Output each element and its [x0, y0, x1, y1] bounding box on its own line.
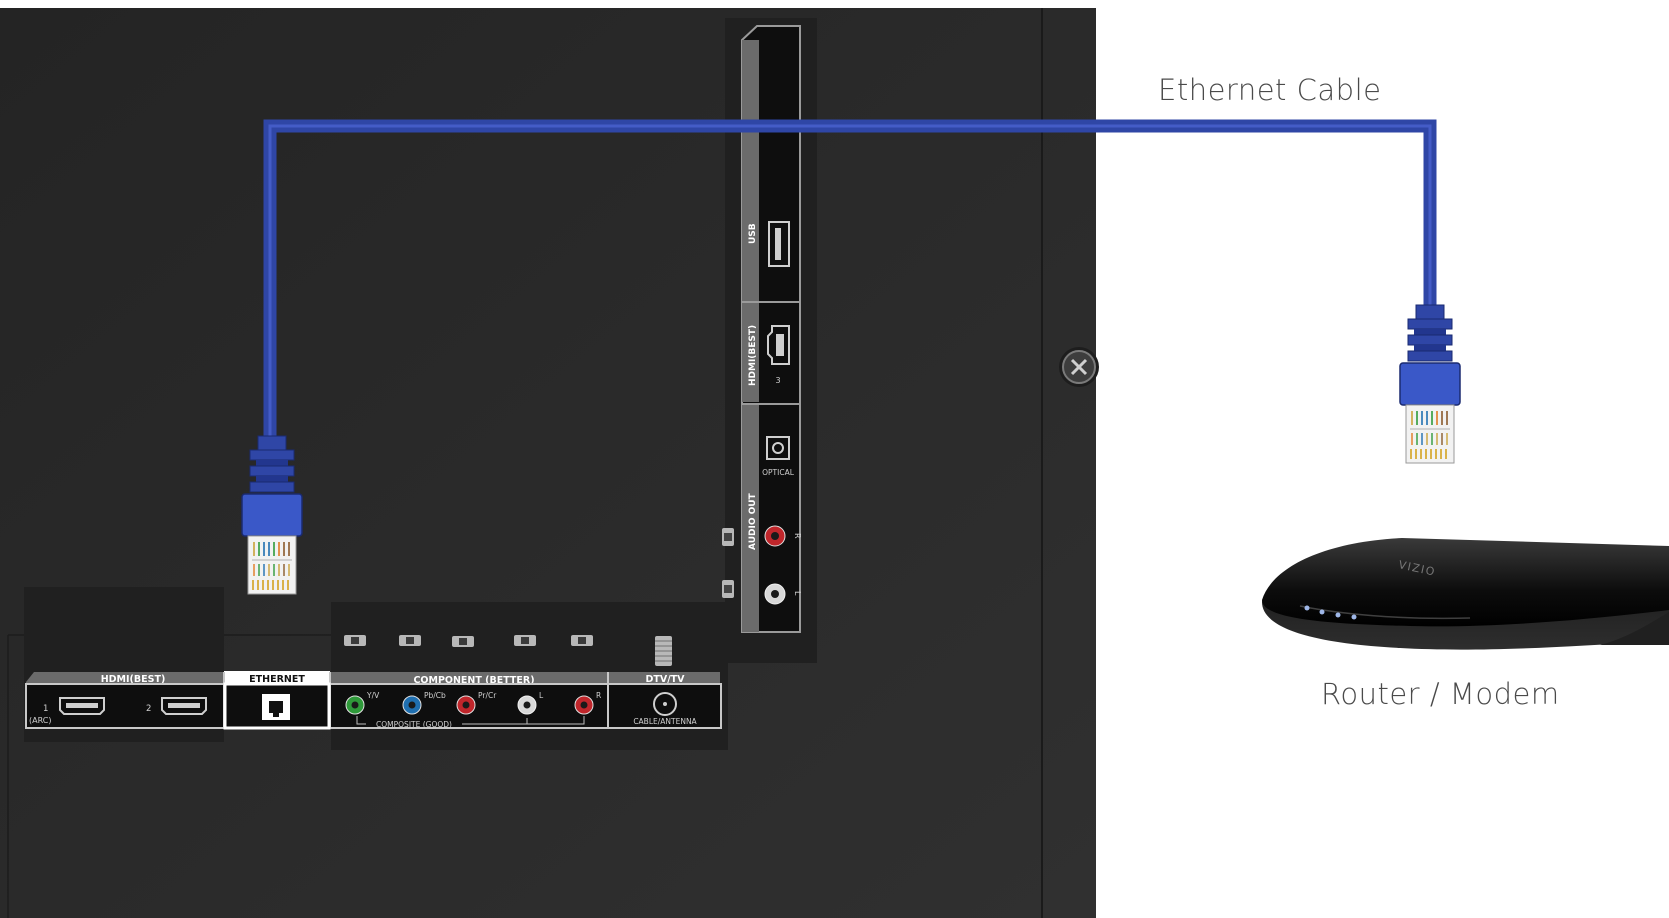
router-caption: Router / Modem	[1321, 677, 1560, 711]
component-pb-label: Pb/Cb	[424, 691, 446, 700]
hdmi2-number: 2	[146, 704, 151, 714]
hdmi2-port-icon[interactable]	[161, 697, 207, 715]
ethernet-port-icon[interactable]	[262, 694, 290, 720]
router-icon: VIZIO	[1262, 538, 1669, 650]
hdmi3-port-icon[interactable]	[767, 325, 790, 365]
side-l-label: L	[793, 591, 802, 596]
hdmi1-arc-label: (ARC)	[29, 716, 51, 725]
optical-port-icon[interactable]	[766, 436, 790, 460]
tv-back-panel	[0, 8, 1096, 918]
usb-port-icon[interactable]	[768, 221, 790, 267]
side-usb-label: USB	[748, 223, 758, 244]
component-audio-r-label: R	[596, 691, 601, 700]
diagram-stage: USB HDMI(BEST) 3 OPTICAL AUDIO OUT R L H…	[0, 0, 1669, 918]
component-pr-jack-icon[interactable]	[456, 695, 476, 715]
side-hdmi3-number: 3	[775, 376, 780, 385]
component-y-jack-icon[interactable]	[345, 695, 365, 715]
hdmi1-port-icon[interactable]	[59, 697, 105, 715]
diagram-canvas: USB HDMI(BEST) 3 OPTICAL AUDIO OUT R L H…	[0, 8, 1669, 918]
ethernet-connector-tv-icon	[241, 435, 303, 595]
side-hdmi-label: HDMI(BEST)	[748, 325, 758, 386]
antenna-label: CABLE/ANTENNA	[633, 717, 697, 726]
ethernet-connector-router-icon	[1399, 304, 1461, 464]
component-audio-l-jack-icon[interactable]	[517, 695, 537, 715]
audio-out-r-jack-icon[interactable]	[764, 525, 786, 547]
component-y-label: Y/V	[366, 691, 380, 700]
hdmi1-number: 1	[43, 704, 48, 714]
composite-label: COMPOSITE (GOOD)	[376, 720, 452, 729]
antenna-port-icon[interactable]	[653, 692, 677, 716]
screw-icon	[1059, 347, 1099, 387]
side-port-bay: USB HDMI(BEST) 3 OPTICAL AUDIO OUT R L	[722, 18, 817, 663]
side-audio-out-label: AUDIO OUT	[748, 492, 758, 550]
side-optical-label: OPTICAL	[762, 468, 795, 477]
component-pr-label: Pr/Cr	[478, 691, 497, 700]
ethernet-cable-caption: Ethernet Cable	[1158, 73, 1382, 107]
side-r-label: R	[793, 533, 802, 539]
audio-out-l-jack-icon[interactable]	[764, 583, 786, 605]
bottom-port-bay: HDMI(BEST) ETHERNET COMPONENT (BETTER) D…	[24, 587, 728, 750]
component-pb-jack-icon[interactable]	[402, 695, 422, 715]
component-audio-r-jack-icon[interactable]	[574, 695, 594, 715]
